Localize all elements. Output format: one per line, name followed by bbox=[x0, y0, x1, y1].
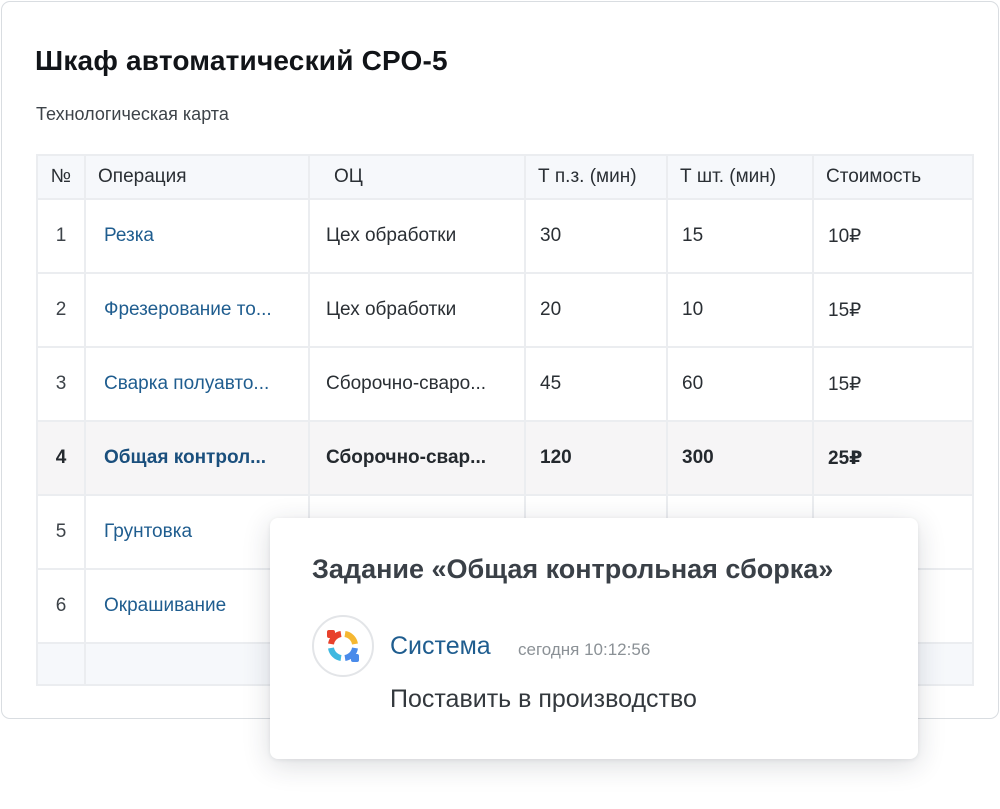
system-logo-icon bbox=[327, 630, 359, 662]
table-row[interactable]: 2 Фрезерование то... Цех обработки 20 10… bbox=[36, 272, 974, 348]
cost-cell: 10₽ bbox=[812, 198, 974, 274]
t-sht-cell: 10 bbox=[666, 272, 814, 348]
column-header-t-pz[interactable]: Т п.з. (мин) bbox=[524, 154, 668, 200]
operation-link[interactable]: Резка bbox=[84, 198, 310, 274]
operation-link[interactable]: Сварка полуавто... bbox=[84, 346, 310, 422]
t-pz-cell: 30 bbox=[524, 198, 668, 274]
row-number: 6 bbox=[36, 568, 86, 644]
table-header-row: № Операция ОЦ Т п.з. (мин) Т шт. (мин) С… bbox=[36, 154, 974, 200]
row-number: 2 bbox=[36, 272, 86, 348]
sender-name[interactable]: Система bbox=[390, 632, 491, 661]
oc-cell: Сборочно-сваро... bbox=[308, 346, 526, 422]
t-sht-cell: 300 bbox=[666, 420, 814, 496]
popup-title: Задание «Общая контрольная сборка» bbox=[312, 554, 834, 584]
row-number: 3 bbox=[36, 346, 86, 422]
page-subtitle: Технологическая карта bbox=[36, 104, 229, 124]
column-header-cost[interactable]: Стоимость bbox=[812, 154, 974, 200]
t-sht-cell: 15 bbox=[666, 198, 814, 274]
cost-cell: 15₽ bbox=[812, 346, 974, 422]
t-sht-cell: 60 bbox=[666, 346, 814, 422]
table-row[interactable]: 3 Сварка полуавто... Сборочно-сваро... 4… bbox=[36, 346, 974, 422]
row-number: 1 bbox=[36, 198, 86, 274]
column-header-operation[interactable]: Операция bbox=[84, 154, 310, 200]
table-row[interactable]: 1 Резка Цех обработки 30 15 10₽ bbox=[36, 198, 974, 274]
table-row-selected[interactable]: 4 Общая контрол... Сборочно-свар... 120 … bbox=[36, 420, 974, 496]
operation-link[interactable]: Общая контрол... bbox=[84, 420, 310, 496]
operation-link[interactable]: Фрезерование то... bbox=[84, 272, 310, 348]
cost-cell: 15₽ bbox=[812, 272, 974, 348]
column-header-t-sht[interactable]: Т шт. (мин) bbox=[666, 154, 814, 200]
row-number: 4 bbox=[36, 420, 86, 496]
cost-cell: 25₽ bbox=[812, 420, 974, 496]
oc-cell: Сборочно-свар... bbox=[308, 420, 526, 496]
message-text: Поставить в производство bbox=[390, 685, 697, 713]
system-avatar bbox=[312, 615, 374, 677]
column-header-num: № bbox=[36, 154, 86, 200]
oc-cell: Цех обработки bbox=[308, 198, 526, 274]
page-title: Шкаф автоматический СРО-5 bbox=[35, 45, 448, 76]
message-timestamp: сегодня 10:12:56 bbox=[518, 640, 651, 659]
t-pz-cell: 20 bbox=[524, 272, 668, 348]
task-notification-popup[interactable]: Задание «Общая контрольная сборка» Систе… bbox=[270, 518, 918, 759]
row-number: 5 bbox=[36, 494, 86, 570]
column-header-oc[interactable]: ОЦ bbox=[308, 154, 526, 200]
t-pz-cell: 120 bbox=[524, 420, 668, 496]
oc-cell: Цех обработки bbox=[308, 272, 526, 348]
t-pz-cell: 45 bbox=[524, 346, 668, 422]
